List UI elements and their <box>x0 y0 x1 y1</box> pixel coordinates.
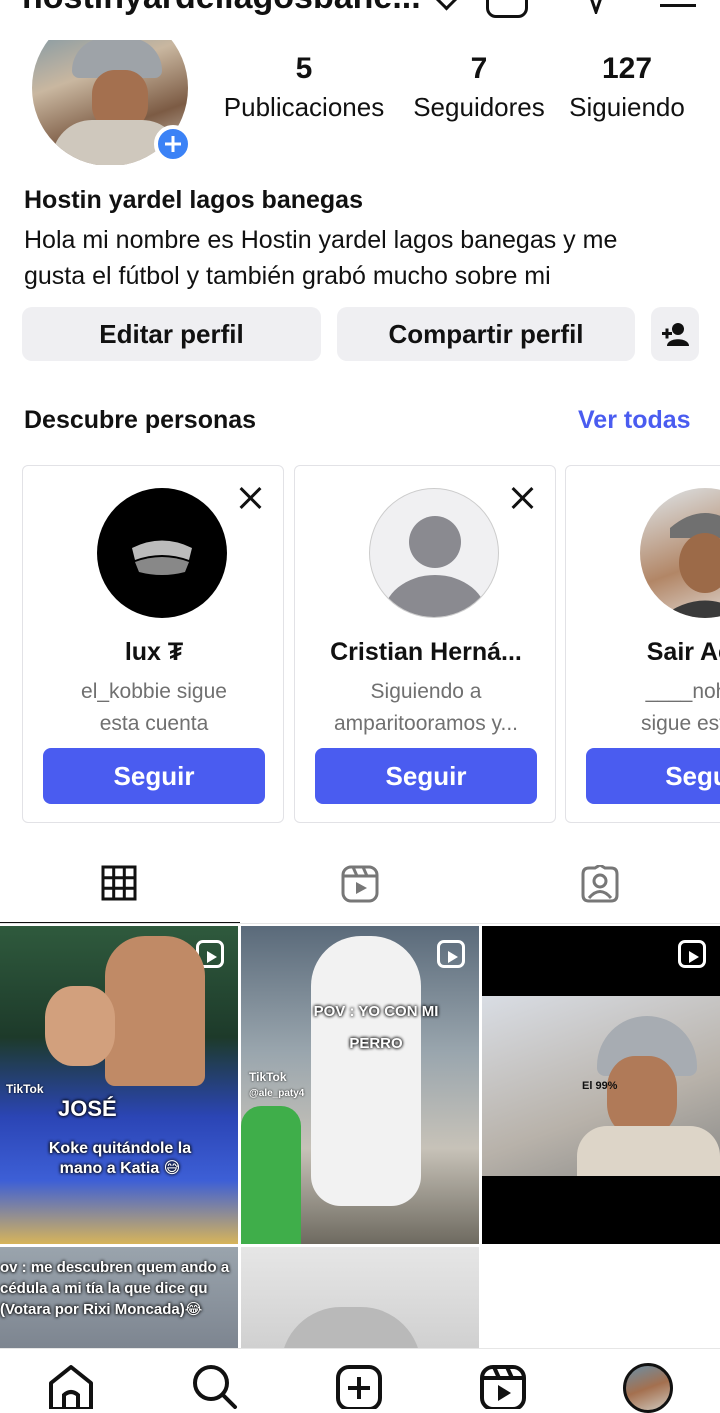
grid-icon <box>101 865 137 901</box>
suggestion-avatar[interactable] <box>97 488 227 618</box>
tab-reels[interactable] <box>240 850 480 924</box>
share-profile-button[interactable]: Compartir perfil <box>337 307 635 361</box>
stat-posts[interactable]: 5 Publicaciones <box>216 52 392 123</box>
add-person-icon <box>662 323 689 346</box>
following-count: 127 <box>601 52 653 85</box>
chevron-down-icon[interactable] <box>434 0 459 11</box>
discover-carousel[interactable]: lux ₮ el_kobbie sigue esta cuenta Seguir… <box>0 465 720 825</box>
create-post-icon[interactable] <box>334 1363 384 1409</box>
home-icon[interactable] <box>46 1363 96 1409</box>
suggestion-name[interactable]: Sair Aco <box>576 638 720 667</box>
bio-line: Hola mi nombre es Hostin yardel lagos ba… <box>24 226 618 254</box>
follow-button[interactable]: Seguir <box>43 748 265 804</box>
following-label: Siguiendo <box>569 92 685 122</box>
tiktok-watermark: TikTok <box>249 1070 287 1084</box>
profile-bio: Hola mi nombre es Hostin yardel lagos ba… <box>24 222 704 294</box>
post-thumbnail[interactable]: POV : YO CON MI PERRO TikTok @ale_paty4 <box>241 926 479 1244</box>
close-icon[interactable] <box>237 484 265 512</box>
suggestion-avatar[interactable] <box>640 488 720 618</box>
follow-button[interactable]: Seguir <box>315 748 537 804</box>
profile-name: Hostin yardel lagos banegas <box>24 186 363 214</box>
suggestion-card[interactable]: lux ₮ el_kobbie sigue esta cuenta Seguir <box>22 465 284 823</box>
post-thumbnail[interactable]: El 99% <box>482 926 720 1244</box>
suggestion-card[interactable]: Cristian Herná... Siguiendo a amparitoor… <box>294 465 556 823</box>
profile-nav-avatar[interactable] <box>623 1363 673 1413</box>
posts-count: 5 <box>295 52 313 85</box>
overlay-text: El 99% <box>582 1080 618 1092</box>
close-icon[interactable] <box>509 484 537 512</box>
edit-profile-button[interactable]: Editar perfil <box>22 307 321 361</box>
reels-nav-icon[interactable] <box>478 1363 528 1409</box>
suggestion-card[interactable]: Sair Aco ____noheli sigue esta c Segu <box>565 465 720 823</box>
post-caption: Koke quitándole la mano a Katia 😅 <box>48 1140 192 1177</box>
suggestion-context: Siguiendo a amparitooramos y... <box>333 680 518 735</box>
threads-icon[interactable] <box>583 0 609 14</box>
create-icon[interactable] <box>486 0 528 18</box>
post-caption: ov : me descubren quem ando a cédula a m… <box>0 1259 230 1318</box>
post-thumbnail[interactable] <box>241 1247 479 1348</box>
posts-label: Publicaciones <box>223 92 385 122</box>
suggestion-name[interactable]: Cristian Herná... <box>305 638 547 667</box>
discover-title: Descubre personas <box>24 406 257 434</box>
tagged-icon <box>581 865 619 903</box>
tiktok-watermark: TikTok <box>6 1082 44 1096</box>
search-icon[interactable] <box>189 1363 239 1409</box>
followers-label: Seguidores <box>413 92 545 122</box>
add-story-icon[interactable] <box>154 125 192 163</box>
menu-icon[interactable] <box>660 4 696 7</box>
discover-people-button[interactable] <box>651 307 699 361</box>
reels-icon <box>341 865 379 903</box>
followers-count: 7 <box>470 52 488 85</box>
stat-followers[interactable]: 7 Seguidores <box>408 52 550 123</box>
bottom-nav <box>0 1348 720 1413</box>
stat-following[interactable]: 127 Siguiendo <box>562 52 692 123</box>
follow-button[interactable]: Segu <box>586 748 720 804</box>
tab-grid[interactable] <box>0 850 240 924</box>
top-bar: hostinyardellagosbane... <box>0 0 720 30</box>
tab-tagged[interactable] <box>480 850 720 924</box>
suggestion-avatar[interactable] <box>369 488 499 618</box>
reel-icon <box>437 940 465 968</box>
shirt-text: JOSÉ <box>58 1096 117 1121</box>
content-tabs <box>0 850 720 924</box>
post-grid: JOSÉ TikTok Koke quitándole la mano a Ka… <box>0 926 720 1348</box>
suggestion-name[interactable]: lux ₮ <box>33 638 275 667</box>
tiktok-handle: @ale_paty4 <box>249 1088 305 1099</box>
username-switcher[interactable]: hostinyardellagosbane... <box>22 0 421 17</box>
see-all-link[interactable]: Ver todas <box>578 406 691 435</box>
suggestion-context: el_kobbie sigue esta cuenta <box>81 680 227 735</box>
post-thumbnail[interactable]: JOSÉ TikTok Koke quitándole la mano a Ka… <box>0 926 238 1244</box>
bio-line: gusta el fútbol y también grabó mucho so… <box>24 262 551 290</box>
post-thumbnail[interactable]: ov : me descubren quem ando a cédula a m… <box>0 1247 238 1348</box>
reel-icon <box>678 940 706 968</box>
post-caption: POV : YO CON MI PERRO <box>313 1003 439 1052</box>
suggestion-context: ____noheli sigue esta c <box>640 680 720 735</box>
